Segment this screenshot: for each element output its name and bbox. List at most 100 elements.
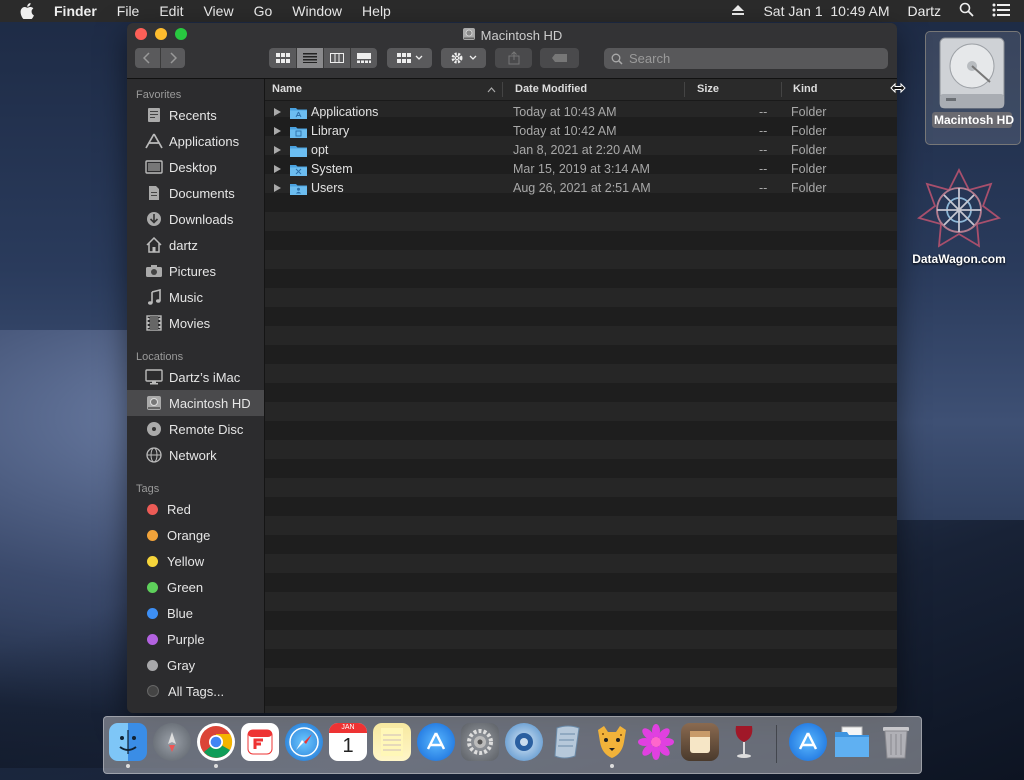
menu-window[interactable]: Window bbox=[282, 3, 352, 19]
sidebar-item-label: Music bbox=[169, 289, 203, 305]
sidebar-item-desktop[interactable]: Desktop bbox=[127, 154, 264, 180]
back-button[interactable] bbox=[135, 48, 161, 68]
clock-icon bbox=[144, 106, 164, 124]
notes-icon[interactable] bbox=[373, 723, 411, 761]
menu-edit[interactable]: Edit bbox=[149, 3, 193, 19]
resize-cursor-icon bbox=[890, 81, 906, 99]
globe-icon bbox=[144, 446, 164, 464]
utility-icon[interactable] bbox=[505, 723, 543, 761]
calendar-month: JAN bbox=[329, 723, 367, 733]
column-view-button[interactable] bbox=[324, 48, 351, 68]
sidebar-tag-red[interactable]: Red bbox=[127, 496, 264, 522]
spotlight-search-icon[interactable] bbox=[959, 2, 974, 20]
sidebar-item-recents[interactable]: Recents bbox=[127, 102, 264, 128]
action-menu-button[interactable] bbox=[441, 48, 486, 68]
sidebar-item-music[interactable]: Music bbox=[127, 284, 264, 310]
flower-app-icon[interactable] bbox=[637, 723, 675, 761]
fantastical-icon[interactable] bbox=[241, 723, 279, 761]
sidebar-tag-blue[interactable]: Blue bbox=[127, 600, 264, 626]
desktop-macintosh-hd[interactable]: Macintosh HD bbox=[932, 34, 1015, 128]
file-row[interactable]: opt Jan 8, 2021 at 2:20 AM -- Folder bbox=[265, 141, 897, 160]
script-editor-icon[interactable] bbox=[549, 723, 587, 761]
column-divider[interactable] bbox=[781, 82, 782, 97]
file-row[interactable]: System Mar 15, 2019 at 3:14 AM -- Folder bbox=[265, 160, 897, 179]
sidebar-item-home[interactable]: dartz bbox=[127, 232, 264, 258]
disclosure-triangle-icon[interactable] bbox=[274, 108, 281, 116]
sidebar-item-label: Downloads bbox=[169, 211, 234, 227]
disclosure-triangle-icon[interactable] bbox=[274, 127, 281, 135]
column-date-header[interactable]: Date Modified bbox=[515, 83, 587, 95]
app-store-icon[interactable] bbox=[417, 723, 455, 761]
notification-center-icon[interactable] bbox=[992, 3, 1010, 20]
sidebar-item-pictures[interactable]: Pictures bbox=[127, 258, 264, 284]
list-view-button[interactable] bbox=[296, 48, 324, 68]
app-store-folder-icon[interactable] bbox=[789, 723, 827, 761]
file-row[interactable]: Library Today at 10:42 AM -- Folder bbox=[265, 122, 897, 141]
wine-icon[interactable] bbox=[725, 723, 763, 761]
menu-clock[interactable]: Sat Jan 1 10:49 AM bbox=[763, 3, 889, 19]
system-preferences-icon[interactable] bbox=[461, 723, 499, 761]
cheetah-icon[interactable] bbox=[593, 723, 631, 761]
view-mode-group bbox=[269, 48, 377, 68]
hard-drive-icon bbox=[144, 394, 164, 412]
desktop-datawagon[interactable]: DataWagon.com bbox=[905, 167, 1013, 266]
sidebar-item-remote-disc[interactable]: Remote Disc bbox=[127, 416, 264, 442]
apple-menu-icon[interactable] bbox=[20, 3, 38, 19]
sidebar-item-label: Orange bbox=[167, 527, 211, 543]
column-name-header[interactable]: Name bbox=[272, 83, 302, 95]
sidebar-item-movies[interactable]: Movies bbox=[127, 310, 264, 336]
sidebar-tag-purple[interactable]: Purple bbox=[127, 626, 264, 652]
trash-icon[interactable] bbox=[877, 723, 915, 761]
menu-app-name[interactable]: Finder bbox=[48, 3, 107, 19]
group-by-button[interactable] bbox=[387, 48, 432, 68]
finder-icon[interactable] bbox=[109, 723, 147, 761]
file-size: -- bbox=[759, 162, 768, 176]
menu-go[interactable]: Go bbox=[244, 3, 283, 19]
file-list: Name Date Modified Size Kind Application… bbox=[265, 79, 897, 713]
chrome-icon[interactable] bbox=[197, 723, 235, 761]
disclosure-triangle-icon[interactable] bbox=[274, 165, 281, 173]
desktop-hd-label: Macintosh HD bbox=[932, 112, 1015, 128]
menu-file[interactable]: File bbox=[107, 3, 150, 19]
sidebar-item-macintosh-hd[interactable]: Macintosh HD bbox=[127, 390, 264, 416]
column-divider[interactable] bbox=[502, 82, 503, 97]
eject-icon[interactable] bbox=[731, 3, 745, 19]
sidebar-item-downloads[interactable]: Downloads bbox=[127, 206, 264, 232]
file-row[interactable]: Applications Today at 10:43 AM -- Folder bbox=[265, 103, 897, 122]
sidebar-tag-orange[interactable]: Orange bbox=[127, 522, 264, 548]
downloads-stack-icon[interactable] bbox=[833, 723, 871, 761]
icon-view-button[interactable] bbox=[270, 48, 297, 68]
disclosure-triangle-icon[interactable] bbox=[274, 184, 281, 192]
datawagon-star-icon bbox=[916, 167, 1002, 252]
column-kind-header[interactable]: Kind bbox=[793, 83, 817, 95]
sidebar-item-network[interactable]: Network bbox=[127, 442, 264, 468]
disclosure-triangle-icon[interactable] bbox=[274, 146, 281, 154]
sidebar-item-applications[interactable]: Applications bbox=[127, 128, 264, 154]
sidebar-item-label: Macintosh HD bbox=[169, 395, 251, 411]
column-divider[interactable] bbox=[684, 82, 685, 97]
gallery-view-button[interactable] bbox=[351, 48, 377, 68]
menu-user[interactable]: Dartz bbox=[908, 3, 941, 19]
downloads-icon bbox=[144, 210, 164, 228]
file-date: Aug 26, 2021 at 2:51 AM bbox=[513, 181, 651, 195]
sidebar-item-documents[interactable]: Documents bbox=[127, 180, 264, 206]
edit-tags-button[interactable] bbox=[540, 48, 579, 68]
sidebar-tag-yellow[interactable]: Yellow bbox=[127, 548, 264, 574]
sidebar-item-imac[interactable]: Dartz’s iMac bbox=[127, 364, 264, 390]
safari-icon[interactable] bbox=[285, 723, 323, 761]
calendar-icon[interactable]: JAN 1 bbox=[329, 723, 367, 761]
file-row[interactable]: Users Aug 26, 2021 at 2:51 AM -- Folder bbox=[265, 179, 897, 198]
menu-help[interactable]: Help bbox=[352, 3, 401, 19]
sidebar-tag-gray[interactable]: Gray bbox=[127, 652, 264, 678]
search-field[interactable]: Search bbox=[604, 48, 888, 69]
sidebar-tag-green[interactable]: Green bbox=[127, 574, 264, 600]
window-toolbar: Macintosh HD Search bbox=[127, 23, 897, 79]
share-button[interactable] bbox=[495, 48, 532, 68]
menu-view[interactable]: View bbox=[193, 3, 243, 19]
column-size-header[interactable]: Size bbox=[697, 83, 719, 95]
sidebar-all-tags[interactable]: All Tags... bbox=[127, 678, 264, 704]
sidebar-item-label: Pictures bbox=[169, 263, 216, 279]
terminal-icon[interactable] bbox=[681, 723, 719, 761]
forward-button[interactable] bbox=[161, 48, 186, 68]
launchpad-icon[interactable] bbox=[153, 723, 191, 761]
